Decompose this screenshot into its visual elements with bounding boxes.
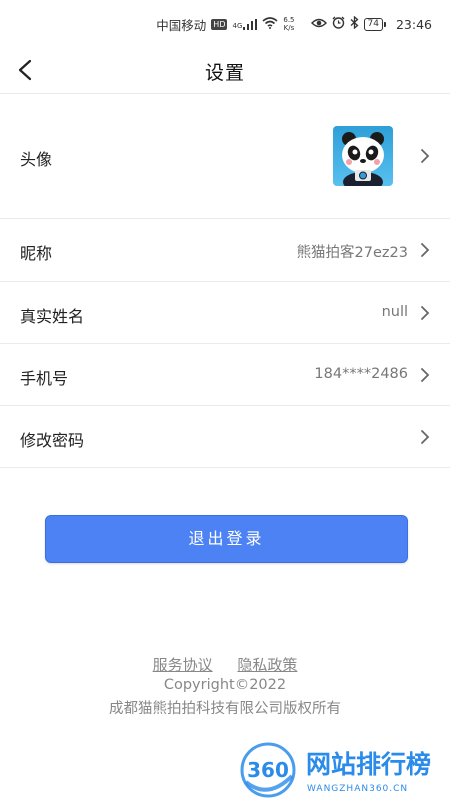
bluetooth-icon [350, 15, 359, 32]
logout-button[interactable]: 退出登录 [45, 515, 408, 563]
row-real-name-value: null [381, 304, 408, 320]
row-phone[interactable]: 手机号 184****2486 [0, 344, 450, 406]
battery-level: 74 [367, 18, 379, 29]
chevron-right-icon [421, 368, 430, 382]
watermark-360-icon: 360 网站排行榜 WANGZHAN360.CN [240, 742, 431, 798]
chevron-right-icon [421, 430, 430, 444]
alarm-icon [332, 16, 345, 32]
row-real-name[interactable]: 真实姓名 null [0, 282, 450, 344]
avatar[interactable] [333, 126, 393, 186]
eye-icon [310, 17, 327, 32]
row-nickname[interactable]: 昵称 熊猫拍客27ez23 [0, 219, 450, 281]
net-speed-value: 6.5 [283, 16, 295, 24]
chevron-right-icon [421, 306, 430, 320]
status-bar: 中国移动 HD 4G 6.5 K/s 74 23:46 [0, 0, 450, 48]
row-change-password-label: 修改密码 [20, 431, 85, 450]
watermark-title: 网站排行榜 [306, 750, 431, 779]
service-agreement-link[interactable]: 服务协议 [153, 656, 213, 674]
panda-avatar-image [342, 132, 384, 186]
net-type-label: 4G [232, 21, 243, 30]
row-real-name-label: 真实姓名 [20, 307, 85, 326]
wifi-icon [262, 16, 278, 32]
divider [0, 467, 450, 468]
row-phone-label: 手机号 [20, 369, 69, 388]
battery-icon: 74 [363, 17, 387, 31]
watermark-logo: 360 网站排行榜 WANGZHAN360.CN [236, 740, 450, 800]
company-text: 成都猫熊拍拍科技有限公司版权所有 [109, 701, 341, 717]
chevron-right-icon [421, 149, 430, 163]
hd-badge: HD [211, 18, 228, 30]
signal-icon: 4G [232, 18, 258, 30]
net-speed-unit: K/s [283, 24, 295, 32]
carrier-label: 中国移动 [156, 17, 207, 33]
chevron-right-icon [421, 243, 430, 257]
row-nickname-value: 熊猫拍客27ez23 [296, 245, 408, 261]
footer-links: 服务协议 隐私政策 [0, 654, 450, 675]
page-title: 设置 [204, 62, 245, 84]
watermark-number: 360 [247, 758, 289, 782]
row-nickname-label: 昵称 [20, 244, 53, 263]
copyright-text: Copyright©2022 [163, 677, 287, 693]
net-speed: 6.5 K/s [283, 16, 294, 32]
privacy-policy-link[interactable]: 隐私政策 [237, 656, 297, 674]
row-avatar-label: 头像 [20, 150, 53, 169]
header-bar: 设置 [0, 48, 450, 92]
row-phone-value: 184****2486 [314, 366, 408, 382]
row-change-password[interactable]: 修改密码 [0, 406, 450, 467]
watermark-domain: WANGZHAN360.CN [307, 784, 408, 794]
clock: 23:46 [395, 16, 432, 32]
